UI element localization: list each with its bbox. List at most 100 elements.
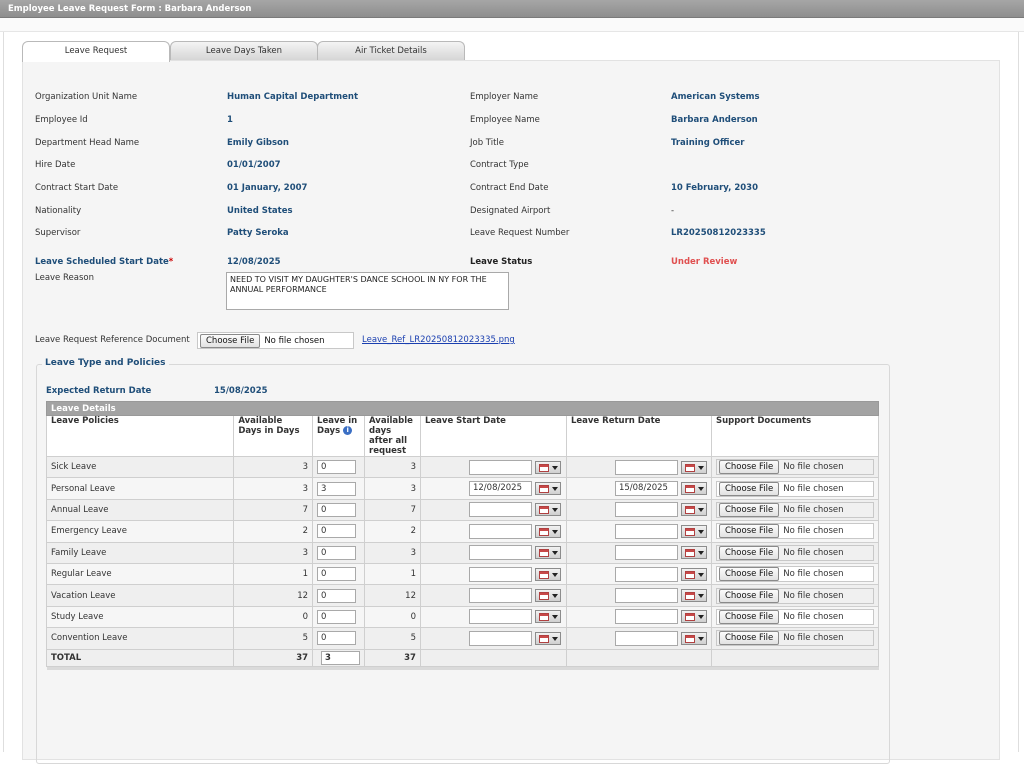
start-date-input[interactable]	[468, 609, 532, 625]
return-date-input[interactable]: 15/08/2025	[614, 481, 678, 497]
start-date-picker-button[interactable]	[534, 610, 561, 624]
support-doc-choose-file-button[interactable]: Choose File	[718, 631, 780, 646]
return-date-cell	[565, 455, 712, 479]
start-date-input[interactable]	[468, 502, 532, 518]
start-date-input[interactable]	[468, 630, 532, 646]
tab-leave-request[interactable]: Leave Request	[22, 41, 170, 62]
return-date-input[interactable]	[614, 630, 678, 646]
start-date-picker-button[interactable]	[534, 546, 561, 560]
leave-days-cell: 0	[312, 541, 366, 564]
support-doc-choose-file-button[interactable]: Choose File	[718, 545, 780, 560]
support-doc-choose-file-button[interactable]: Choose File	[718, 609, 780, 624]
leave-days-input[interactable]: 0	[317, 545, 357, 560]
leave-days-input[interactable]: 0	[317, 502, 357, 517]
return-date-input[interactable]	[614, 459, 678, 475]
support-doc-file-input: Choose File No file chosen	[715, 566, 874, 583]
start-date-input[interactable]	[468, 588, 532, 604]
leave-days-input[interactable]: 0	[317, 460, 357, 475]
return-date-input[interactable]	[614, 609, 678, 625]
return-date-input[interactable]	[614, 566, 678, 582]
total-after: 37	[364, 648, 421, 667]
available-days: 1	[233, 562, 314, 586]
calendar-icon	[538, 527, 549, 536]
support-doc-file-input: Choose File No file chosen	[715, 501, 874, 518]
return-date-picker-button[interactable]	[680, 546, 707, 560]
return-date-cell	[565, 605, 712, 629]
col-support-documents: Support Documents	[710, 415, 880, 457]
start-date-input[interactable]: 12/08/2025	[468, 481, 532, 497]
return-date-picker-button[interactable]	[680, 589, 707, 603]
leave-days-input[interactable]: 0	[317, 524, 357, 539]
support-doc-cell: Choose File No file chosen	[710, 584, 880, 607]
leave-days-input[interactable]: 0	[317, 631, 357, 646]
leave-days-input[interactable]: 0	[317, 609, 357, 624]
leave-days-input[interactable]: 0	[317, 588, 357, 603]
start-date-picker-button[interactable]	[534, 631, 561, 645]
return-date-input[interactable]	[614, 502, 678, 518]
available-after: 5	[364, 627, 421, 650]
support-doc-choose-file-button[interactable]: Choose File	[718, 502, 780, 517]
return-date-picker-button[interactable]	[680, 460, 707, 474]
return-date-input[interactable]	[614, 588, 678, 604]
leave-details-table: Leave Details Leave Policies Available D…	[45, 401, 880, 671]
support-doc-cell: Choose File No file chosen	[710, 627, 880, 650]
tab-leave-days-taken[interactable]: Leave Days Taken	[170, 41, 318, 61]
return-date-picker-button[interactable]	[680, 524, 707, 538]
tab-air-ticket-details[interactable]: Air Ticket Details	[317, 41, 465, 61]
start-date-input[interactable]	[468, 459, 532, 475]
total-leave-cell: 3	[312, 648, 366, 667]
start-date-picker-button[interactable]	[534, 482, 561, 496]
col-available-days: Available Days in Days	[233, 415, 314, 457]
leave-policy-name: Vacation Leave	[45, 584, 235, 607]
chevron-down-icon	[697, 529, 704, 534]
support-doc-file-status: No file chosen	[783, 569, 844, 580]
start-date-picker-button[interactable]	[534, 524, 561, 538]
chevron-down-icon	[551, 551, 558, 556]
support-doc-choose-file-button[interactable]: Choose File	[718, 460, 780, 475]
start-date-input[interactable]	[468, 545, 532, 561]
return-date-cell: 15/08/2025	[565, 477, 712, 500]
info-icon[interactable]: i	[343, 426, 353, 435]
ref-doc-link[interactable]: Leave_Ref_LR20250812023335.png	[362, 335, 515, 345]
table-row: Family Leave 3 0 3 Choose File No file chosen	[45, 541, 880, 564]
support-doc-file-status: No file chosen	[783, 611, 844, 622]
support-doc-choose-file-button[interactable]: Choose File	[718, 524, 780, 539]
table-row: Regular Leave 1 0 1 Choose File No file chose…	[45, 562, 880, 586]
support-doc-choose-file-button[interactable]: Choose File	[718, 588, 780, 603]
chevron-down-icon	[551, 615, 558, 620]
return-date-picker-button[interactable]	[680, 610, 707, 624]
calendar-icon	[684, 549, 695, 558]
calendar-icon	[684, 506, 695, 515]
return-date-input[interactable]	[614, 545, 678, 561]
support-doc-choose-file-button[interactable]: Choose File	[718, 481, 780, 496]
start-date-picker-button[interactable]	[534, 503, 561, 517]
return-date-picker-button[interactable]	[680, 482, 707, 496]
start-date-input[interactable]	[468, 566, 532, 582]
return-date-picker-button[interactable]	[680, 503, 707, 517]
chevron-down-icon	[697, 636, 704, 641]
contract-start-label: Contract Start Date	[35, 183, 119, 193]
leave-reason-textarea[interactable]: NEED TO VISIT MY DAUGHTER'S DANCE SCHOOL…	[226, 272, 509, 310]
calendar-icon	[684, 613, 695, 622]
start-date-picker-button[interactable]	[534, 567, 561, 581]
start-date-picker-button[interactable]	[534, 589, 561, 603]
ref-doc-choose-file-button[interactable]: Choose File	[200, 333, 261, 348]
leave-days-input[interactable]: 0	[317, 567, 357, 582]
return-date-picker-button[interactable]	[680, 567, 707, 581]
window-title: Employee Leave Request Form : Barbara An…	[0, 0, 1024, 18]
return-date-picker-button[interactable]	[680, 631, 707, 645]
leave-details-title: Leave Details	[46, 401, 879, 416]
start-date-picker-button[interactable]	[534, 460, 561, 474]
leave-days-cell: 3	[312, 477, 366, 500]
expected-return-value: 15/08/2025	[214, 386, 268, 396]
available-days: 3	[233, 477, 314, 500]
support-doc-cell: Choose File No file chosen	[710, 520, 880, 543]
calendar-icon	[684, 463, 695, 472]
return-date-input[interactable]	[614, 523, 678, 539]
support-doc-cell: Choose File No file chosen	[710, 498, 880, 522]
start-date-input[interactable]	[468, 523, 532, 539]
leave-days-input[interactable]: 3	[317, 481, 357, 496]
employee-name-label: Employee Name	[470, 115, 540, 125]
employer-name-value: American Systems	[671, 92, 760, 102]
support-doc-choose-file-button[interactable]: Choose File	[718, 567, 780, 582]
